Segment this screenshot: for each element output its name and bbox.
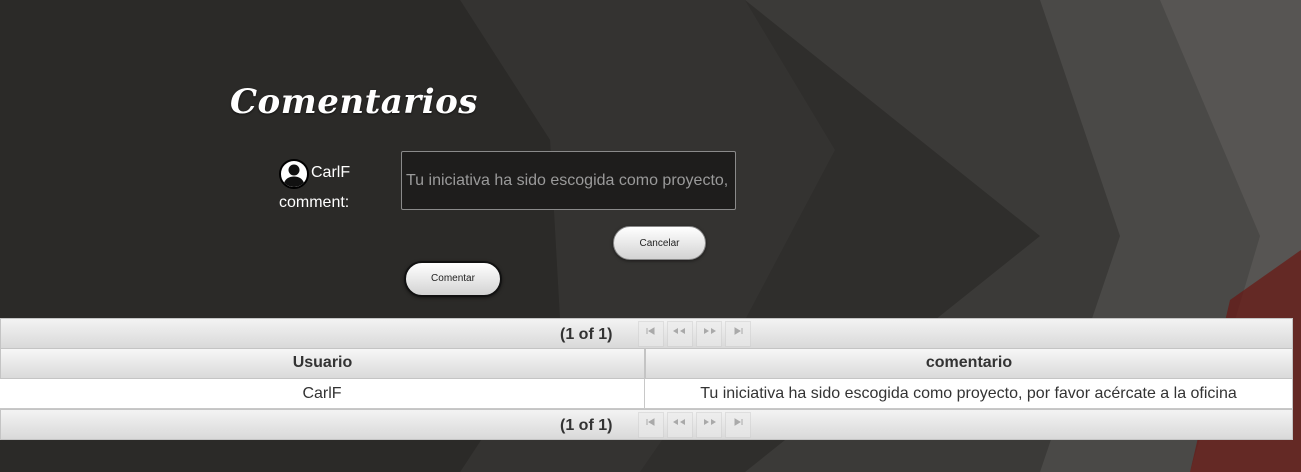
first-page-icon[interactable]: [638, 412, 664, 438]
comment-label: comment:: [279, 194, 350, 211]
table-row[interactable]: CarlF Tu iniciativa ha sido escogida com…: [0, 379, 1293, 409]
column-header-usuario[interactable]: Usuario: [0, 349, 645, 379]
comment-input[interactable]: [401, 151, 736, 210]
page-report: (1 of 1): [560, 326, 613, 343]
previous-page-icon[interactable]: [667, 321, 693, 347]
submit-comment-button[interactable]: Comentar: [404, 261, 502, 297]
comments-table: (1 of 1) Usuario comentario CarlF Tu ini…: [0, 318, 1293, 440]
next-page-icon[interactable]: [696, 321, 722, 347]
paginator-bottom: (1 of 1): [0, 409, 1293, 440]
cancel-button[interactable]: Cancelar: [613, 226, 706, 260]
first-page-icon[interactable]: [638, 321, 664, 347]
cell-comentario: Tu iniciativa ha sido escogida como proy…: [645, 379, 1293, 409]
author-username: CarlF: [311, 164, 351, 181]
previous-page-icon[interactable]: [667, 412, 693, 438]
page-title: Comentarios: [230, 82, 478, 122]
user-circle-icon: [279, 159, 309, 189]
column-header-comentario[interactable]: comentario: [645, 349, 1293, 379]
table-header: Usuario comentario: [0, 349, 1293, 379]
page-report: (1 of 1): [560, 417, 613, 434]
last-page-icon[interactable]: [725, 321, 751, 347]
next-page-icon[interactable]: [696, 412, 722, 438]
paginator-top: (1 of 1): [0, 318, 1293, 349]
cell-usuario: CarlF: [0, 379, 645, 409]
last-page-icon[interactable]: [725, 412, 751, 438]
